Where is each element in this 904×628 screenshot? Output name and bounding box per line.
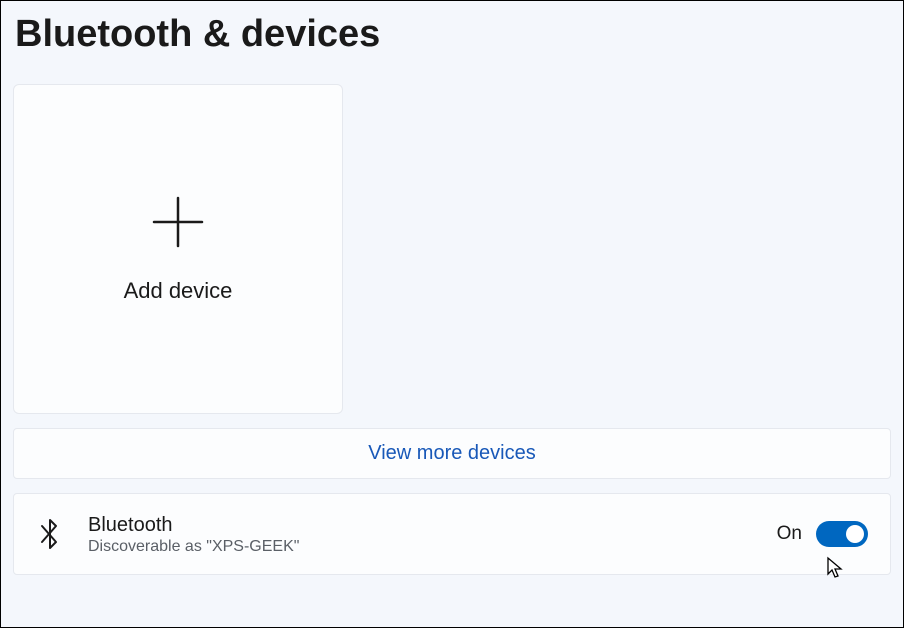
add-device-label: Add device: [124, 278, 233, 304]
bluetooth-text-group: Bluetooth Discoverable as "XPS-GEEK": [88, 512, 777, 556]
bluetooth-subtitle: Discoverable as "XPS-GEEK": [88, 538, 777, 556]
add-device-button[interactable]: Add device: [13, 84, 343, 414]
bluetooth-title: Bluetooth: [88, 512, 777, 538]
bluetooth-toggle-group: On: [777, 521, 868, 547]
view-more-devices-button[interactable]: View more devices: [13, 428, 891, 479]
page-title: Bluetooth & devices: [15, 13, 891, 56]
cursor-icon: [826, 556, 846, 580]
bluetooth-icon: [36, 515, 64, 553]
bluetooth-toggle-label: On: [777, 523, 802, 545]
bluetooth-setting-row: Bluetooth Discoverable as "XPS-GEEK" On: [13, 493, 891, 575]
toggle-thumb: [846, 525, 864, 543]
plus-icon: [150, 194, 206, 250]
view-more-label: View more devices: [368, 442, 535, 464]
bluetooth-toggle[interactable]: [816, 521, 868, 547]
